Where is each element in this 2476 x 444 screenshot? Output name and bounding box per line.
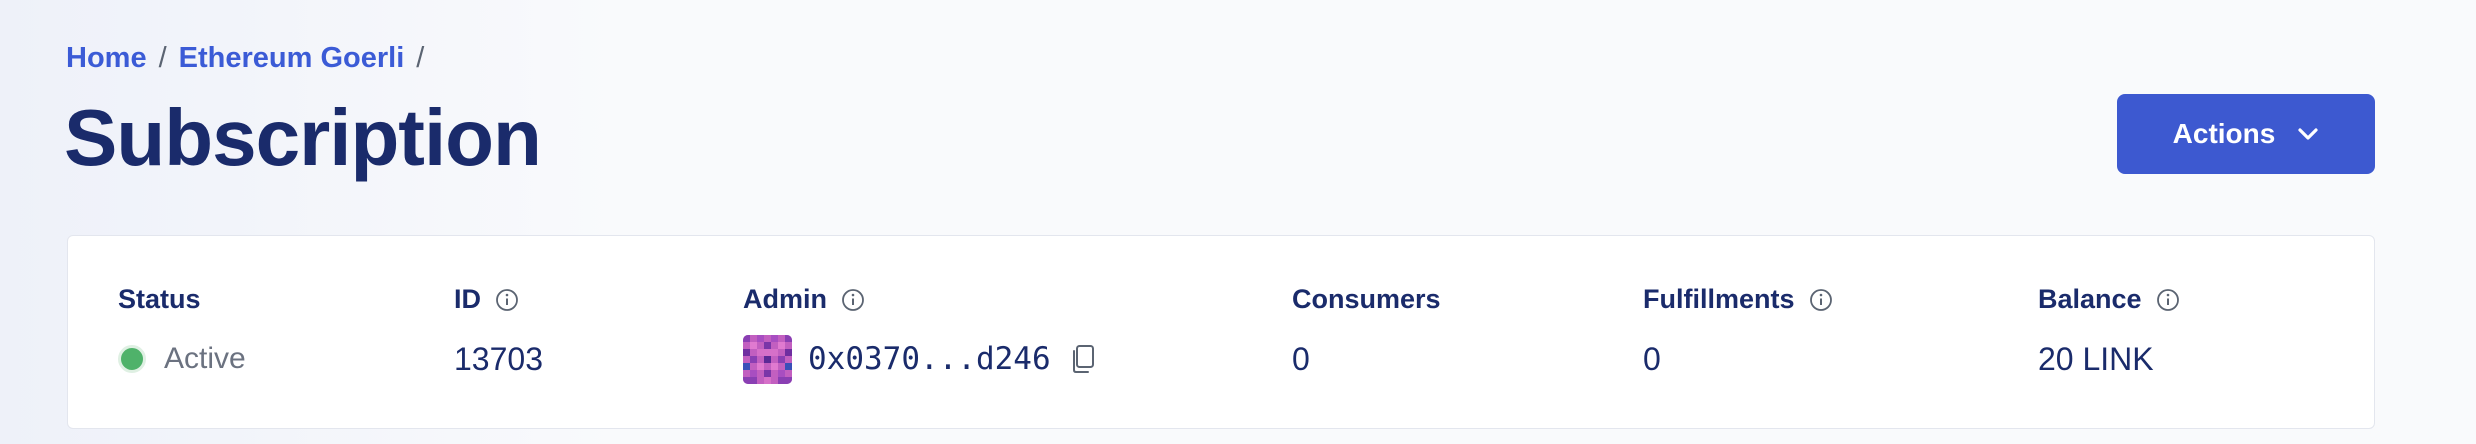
page-title: Subscription	[64, 93, 542, 182]
admin-address: 0x0370...d246	[808, 341, 1051, 377]
info-icon[interactable]	[1809, 288, 1833, 312]
chevron-down-icon	[2298, 128, 2318, 140]
breadcrumb: Home / Ethereum Goerli /	[66, 42, 424, 75]
consumers-value: 0	[1292, 340, 1310, 377]
balance-value: 20 LINK	[2038, 340, 2154, 377]
balance-label: Balance	[2038, 284, 2180, 315]
status-value: Active	[118, 334, 246, 384]
id-label: ID	[454, 284, 519, 315]
consumers-label: Consumers	[1292, 284, 1441, 314]
status-text: Active	[164, 342, 246, 375]
actions-button[interactable]: Actions	[2117, 94, 2375, 174]
copy-icon[interactable]	[1069, 343, 1097, 375]
subscription-details-card: Status Active ID 13703 Admin 0x0370...d2…	[67, 235, 2375, 429]
admin-value: 0x0370...d246	[743, 334, 1097, 384]
breadcrumb-separator: /	[158, 42, 167, 74]
admin-label: Admin	[743, 284, 865, 315]
status-label: Status	[118, 284, 201, 314]
id-value: 13703	[454, 340, 543, 377]
info-icon[interactable]	[2156, 288, 2180, 312]
actions-button-label: Actions	[2172, 118, 2276, 149]
breadcrumb-home-link[interactable]: Home	[66, 42, 147, 75]
breadcrumb-network-link[interactable]: Ethereum Goerli	[179, 42, 405, 75]
status-active-dot-icon	[118, 345, 146, 373]
info-icon[interactable]	[841, 288, 865, 312]
admin-avatar-icon	[743, 334, 792, 384]
breadcrumb-separator: /	[416, 42, 425, 74]
fulfillments-value: 0	[1643, 340, 1661, 377]
info-icon[interactable]	[495, 288, 519, 312]
page: Home / Ethereum Goerli / Subscription Ac…	[0, 0, 2476, 444]
fulfillments-label: Fulfillments	[1643, 284, 1833, 315]
